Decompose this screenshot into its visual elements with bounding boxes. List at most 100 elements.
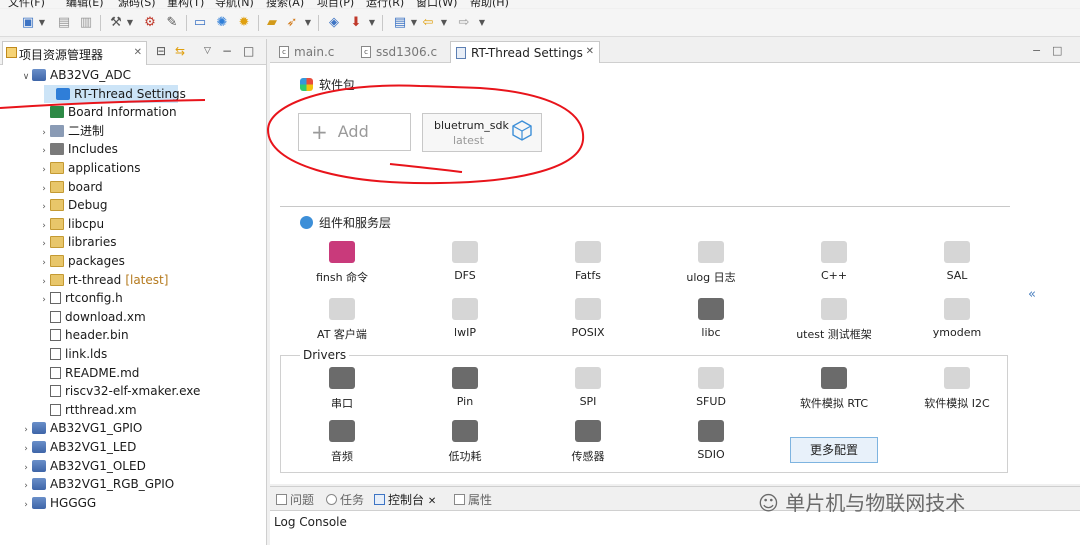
component-item[interactable]: ymodem [907, 298, 1007, 339]
component-item[interactable]: SFUD [661, 367, 761, 408]
component-item[interactable]: 串口 [292, 367, 392, 411]
tab-problems[interactable]: 问题 [276, 491, 314, 508]
chevron-down-icon[interactable]: ▼ [478, 15, 486, 31]
tree-item[interactable]: Board Information [38, 103, 177, 121]
chevron-down-icon[interactable]: ∨ [20, 68, 32, 86]
tree-item[interactable]: › Includes [38, 140, 118, 158]
tab-ssd1306-c[interactable]: c ssd1306.c [356, 41, 446, 63]
save-all-icon[interactable]: ▥ [78, 15, 94, 31]
tree-item[interactable]: › AB32VG1_OLED [20, 457, 146, 475]
component-item[interactable]: libc [661, 298, 761, 339]
maximize-icon[interactable]: □ [1052, 44, 1062, 57]
package-card-bluetrum-sdk[interactable]: bluetrum_sdk latest [422, 113, 542, 152]
component-item[interactable]: utest 测试框架 [784, 298, 884, 342]
component-item[interactable]: SPI [538, 367, 638, 408]
more-config-button[interactable]: 更多配置 [790, 437, 878, 463]
chevron-right-icon[interactable]: › [20, 477, 32, 495]
tab-tasks[interactable]: 任务 [326, 491, 364, 508]
tab-rt-thread-settings[interactable]: RT-Thread Settings ✕ [450, 41, 600, 63]
component-item[interactable]: finsh 命令 [292, 241, 392, 285]
chevron-down-icon[interactable]: ▼ [410, 15, 418, 31]
tree-item[interactable]: › Debug [38, 196, 107, 214]
clean-icon[interactable]: ✎ [164, 15, 180, 31]
tree-item[interactable]: › AB32VG1_LED [20, 438, 136, 456]
component-item[interactable]: 音频 [292, 420, 392, 464]
close-icon[interactable]: ✕ [428, 496, 436, 507]
menu-window[interactable]: 窗口(W) [416, 0, 457, 8]
tree-item[interactable]: › HGGGG [20, 494, 96, 512]
tree-item[interactable]: › board [38, 178, 102, 198]
chevron-down-icon[interactable]: ▼ [38, 15, 46, 31]
tree-item[interactable]: › rtconfig.h [38, 289, 123, 307]
menu-search[interactable]: 搜索(A) [266, 0, 304, 8]
close-icon[interactable]: ✕ [586, 46, 594, 57]
forward-icon[interactable]: ⇨ [456, 15, 472, 31]
chevron-right-icon[interactable]: › [20, 421, 32, 439]
menu-refactor[interactable]: 重构(T) [167, 0, 204, 8]
tree-item[interactable]: link.lds [38, 345, 107, 363]
back-icon[interactable]: ⇦ [420, 15, 436, 31]
close-icon[interactable]: ✕ [134, 47, 142, 58]
component-item[interactable]: AT 客户端 [292, 298, 392, 342]
chevron-right-icon[interactable]: › [38, 198, 50, 216]
view-menu-icon[interactable]: ▽ [204, 46, 211, 56]
component-item[interactable]: SDIO [661, 420, 761, 461]
tree-item[interactable]: RT-Thread Settings [44, 84, 186, 103]
chevron-right-icon[interactable]: › [38, 254, 50, 272]
component-item[interactable]: 软件模拟 I2C [907, 367, 1007, 411]
component-item[interactable]: DFS [415, 241, 515, 282]
save-icon[interactable]: ▤ [56, 15, 72, 31]
tab-main-c[interactable]: c main.c [274, 41, 352, 63]
tree-item[interactable]: › libraries [38, 233, 116, 251]
component-item[interactable]: Pin [415, 367, 515, 408]
rebuild-icon[interactable]: ⚙ [142, 15, 158, 31]
component-item[interactable]: lwIP [415, 298, 515, 339]
chevron-right-icon[interactable]: › [38, 217, 50, 235]
tree-item[interactable]: › applications [38, 159, 140, 177]
tree-item[interactable]: › packages [38, 252, 125, 270]
component-item[interactable]: Fatfs [538, 241, 638, 282]
component-item[interactable]: SAL [907, 241, 1007, 282]
run-icon[interactable]: ➶ [284, 15, 300, 31]
tree-item[interactable]: README.md [38, 364, 139, 382]
sdk-icon[interactable]: ✺ [214, 15, 230, 31]
terminal-icon[interactable]: ▭ [192, 15, 208, 31]
chevron-right-icon[interactable]: › [38, 124, 50, 142]
chevron-right-icon[interactable]: › [38, 291, 50, 309]
add-package-button[interactable]: + Add [298, 113, 411, 151]
chevron-down-icon[interactable]: ▼ [304, 15, 312, 31]
collapse-all-icon[interactable]: ⊟ [156, 44, 166, 58]
chevron-down-icon[interactable]: ▼ [440, 15, 448, 31]
tree-item[interactable]: › libcpu [38, 215, 104, 233]
menu-edit[interactable]: 编辑(E) [66, 0, 104, 8]
tree-item[interactable]: header.bin [38, 326, 129, 344]
minimize-icon[interactable]: − [222, 44, 232, 58]
target-icon[interactable]: ◈ [326, 15, 342, 31]
tree-item[interactable]: › rt-thread [latest] [38, 271, 168, 289]
open-folder-icon[interactable]: ▰ [264, 15, 280, 31]
component-item[interactable]: 软件模拟 RTC [784, 367, 884, 411]
chevron-right-icon[interactable]: › [38, 161, 50, 179]
menu-run[interactable]: 运行(R) [366, 0, 404, 8]
console-icon[interactable]: ▤ [392, 15, 408, 31]
chevron-down-icon[interactable]: ▼ [368, 15, 376, 31]
maximize-icon[interactable]: □ [243, 44, 254, 58]
chevron-right-icon[interactable]: › [38, 180, 50, 198]
new-icon[interactable]: ▣ [20, 15, 36, 31]
minimize-icon[interactable]: − [1032, 44, 1041, 57]
tree-item[interactable]: › AB32VG1_RGB_GPIO [20, 475, 174, 493]
menu-navigate[interactable]: 导航(N) [215, 0, 254, 8]
tree-item[interactable]: rtthread.xm [38, 401, 137, 419]
chevron-right-icon[interactable]: › [38, 142, 50, 160]
menu-file[interactable]: 文件(F) [8, 0, 45, 8]
component-item[interactable]: POSIX [538, 298, 638, 339]
chevron-down-icon[interactable]: ▼ [126, 15, 134, 31]
component-item[interactable]: 低功耗 [415, 420, 515, 464]
collapse-panel-button[interactable]: « [1028, 287, 1036, 302]
tree-item[interactable]: riscv32-elf-xmaker.exe [38, 382, 200, 400]
tree-item[interactable]: download.xm [38, 308, 146, 326]
tab-properties[interactable]: 属性 [454, 491, 492, 508]
chevron-right-icon[interactable]: › [20, 459, 32, 477]
component-item[interactable]: ulog 日志 [661, 241, 761, 285]
tree-item[interactable]: ∨ AB32VG_ADC [20, 66, 131, 84]
